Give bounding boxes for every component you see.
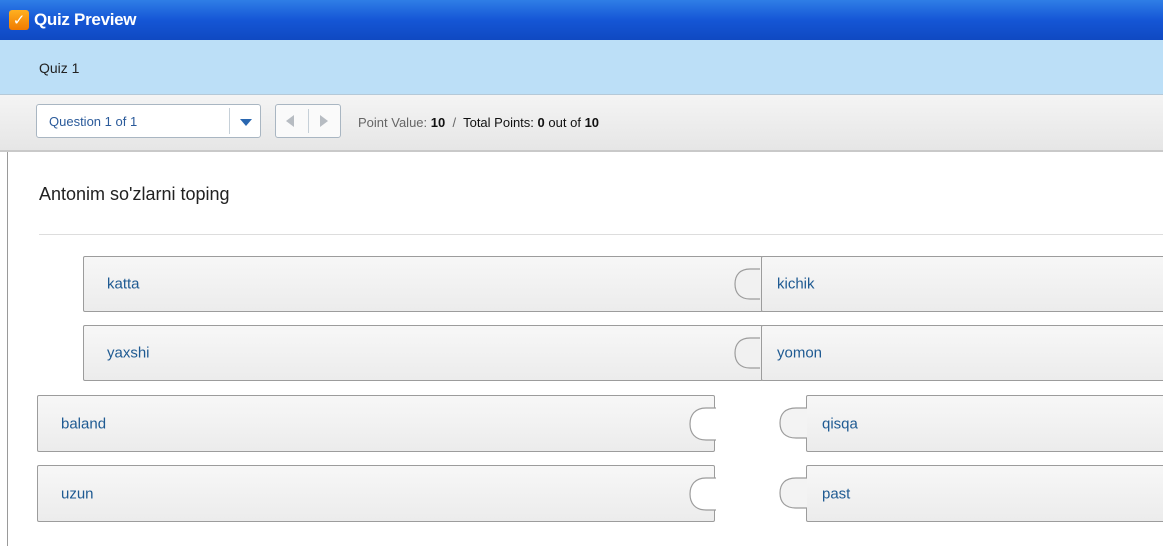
total-points-label: Total Points: xyxy=(463,115,534,130)
arrow-right-icon[interactable] xyxy=(320,115,328,127)
answer-right-text: yomon xyxy=(777,344,823,362)
arrow-left-icon[interactable] xyxy=(286,115,294,127)
quiz-name: Quiz 1 xyxy=(39,60,80,76)
puzzle-socket-icon xyxy=(689,477,716,511)
point-value: 10 xyxy=(430,115,446,130)
window-title: Quiz Preview xyxy=(34,10,137,29)
answer-right-text: kichik xyxy=(777,275,815,293)
draggable-right-piece[interactable]: qisqa xyxy=(806,395,1163,452)
draggable-left-piece[interactable]: baland xyxy=(37,395,716,452)
window-title-bar: ✓ Quiz Preview xyxy=(0,0,1163,40)
puzzle-socket-icon xyxy=(689,407,716,441)
answer-left-text: yaxshi xyxy=(107,344,150,362)
content-left-border xyxy=(7,152,8,546)
matched-right-piece[interactable]: kichik xyxy=(761,256,1163,312)
pager-divider xyxy=(308,109,309,133)
draggable-left-piece[interactable]: uzun xyxy=(37,465,716,522)
puzzle-connector-icon xyxy=(734,337,760,369)
question-select-label: Question 1 of 1 xyxy=(49,114,138,129)
out-of-label: out of xyxy=(548,115,581,130)
puzzle-connector-icon xyxy=(734,268,760,300)
answer-left-text: katta xyxy=(107,275,140,293)
matched-right-piece[interactable]: yomon xyxy=(761,325,1163,381)
answer-left-text: baland xyxy=(61,415,107,432)
total-points: 0 xyxy=(537,115,545,130)
question-text: Antonim so'zlarni toping xyxy=(39,184,230,204)
question-pager xyxy=(275,104,341,138)
answer-right-text: qisqa xyxy=(822,415,858,432)
puzzle-tab-icon xyxy=(779,477,807,509)
matched-left-piece[interactable]: yaxshi xyxy=(83,325,763,381)
matched-left-piece[interactable]: katta xyxy=(83,256,763,312)
dropdown-divider xyxy=(229,108,230,134)
puzzle-tab-icon xyxy=(779,407,807,439)
chevron-down-icon[interactable] xyxy=(240,119,252,126)
question-divider xyxy=(39,234,1163,235)
quiz-app-icon: ✓ xyxy=(9,10,29,30)
points-summary: Point Value: 10 / Total Points: 0 out of… xyxy=(358,115,599,130)
out-of-points: 10 xyxy=(584,115,600,130)
answer-left-text: uzun xyxy=(61,485,94,502)
answer-right-text: past xyxy=(822,485,851,502)
point-value-label: Point Value: xyxy=(358,115,428,130)
draggable-right-piece[interactable]: past xyxy=(806,465,1163,522)
question-select-dropdown[interactable]: Question 1 of 1 xyxy=(36,104,261,138)
points-separator: / xyxy=(452,115,457,130)
quiz-name-bar: Quiz 1 xyxy=(0,40,1163,95)
